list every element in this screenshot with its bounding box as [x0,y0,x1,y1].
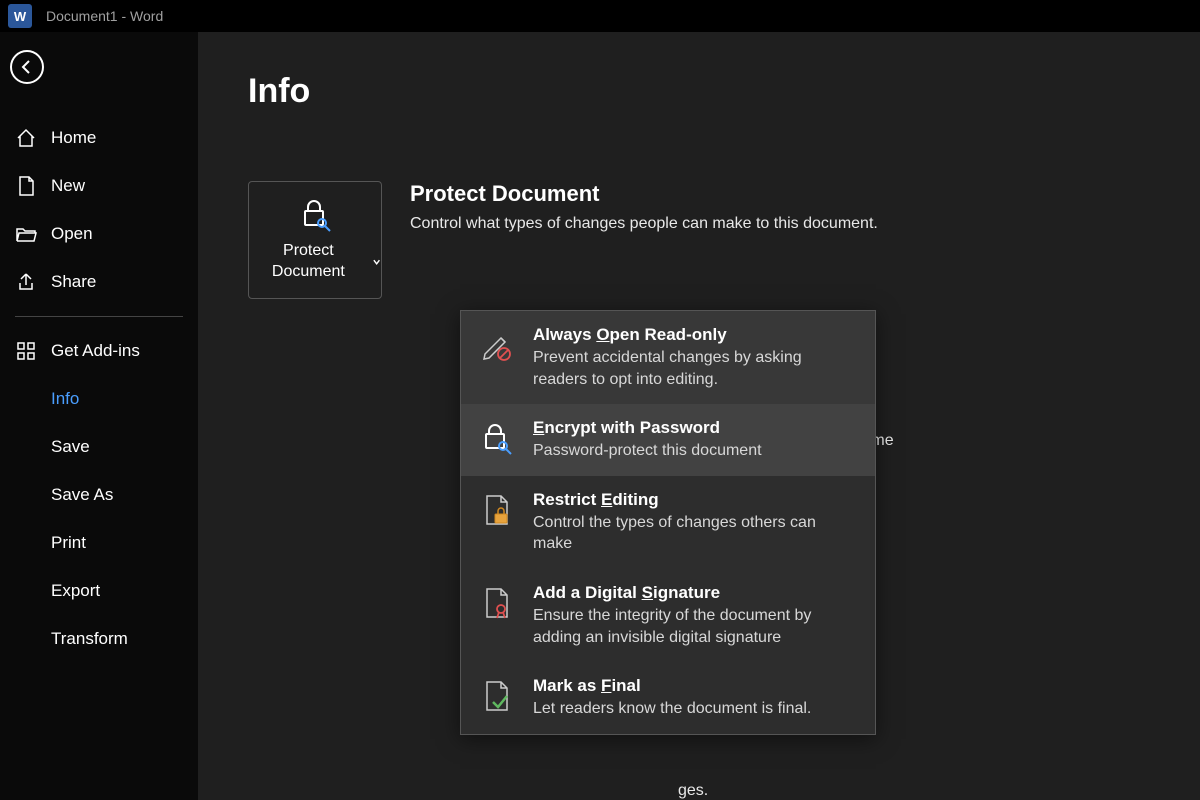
sidebar-divider [15,316,183,317]
back-button[interactable] [10,50,44,84]
dropdown-item-desc: Ensure the integrity of the document by … [533,605,857,648]
dropdown-item-title: Restrict Editing [533,490,857,510]
addins-icon [15,341,37,361]
lock-key-icon [297,197,333,233]
dropdown-item-title: Mark as Final [533,676,857,696]
sidebar-item-addins[interactable]: Get Add-ins [0,327,198,375]
protect-button-label: Protect Document [249,241,368,283]
section-description: Control what types of changes people can… [410,215,878,233]
window-title: Document1 - Word [46,8,163,24]
sidebar-item-label: Save As [51,485,113,505]
sidebar-item-export[interactable]: Export [0,567,198,615]
doc-check-icon [479,678,515,714]
backstage-sidebar: Home New Open Share Get Add-ins [0,32,198,800]
page-title: Info [248,72,1150,111]
protect-document-dropdown: Always Open Read-only Prevent accidental… [460,310,876,735]
sidebar-item-label: Share [51,272,96,292]
dropdown-item-title: Encrypt with Password [533,418,857,438]
dropdown-item-final[interactable]: Mark as Final Let readers know the docum… [461,662,875,734]
sidebar-item-new[interactable]: New [0,162,198,210]
sidebar-item-print[interactable]: Print [0,519,198,567]
dropdown-item-title: Always Open Read-only [533,325,857,345]
sidebar-item-saveas[interactable]: Save As [0,471,198,519]
protect-document-button[interactable]: Protect Document [248,181,382,299]
lock-key-icon [479,420,515,456]
info-page: Info Protect Document Protect Document C… [198,32,1200,800]
sidebar-item-label: Info [51,389,79,409]
sidebar-item-label: New [51,176,85,196]
dropdown-item-restrict[interactable]: Restrict Editing Control the types of ch… [461,476,875,569]
dropdown-item-desc: Control the types of changes others can … [533,512,857,555]
background-text: ges. [678,782,708,800]
sidebar-item-open[interactable]: Open [0,210,198,258]
title-bar: W Document1 - Word [0,0,1200,32]
sidebar-item-share[interactable]: Share [0,258,198,306]
doc-ribbon-icon [479,585,515,621]
sidebar-item-info[interactable]: Info [0,375,198,423]
home-icon [15,127,37,149]
sidebar-item-transform[interactable]: Transform [0,615,198,663]
folder-icon [15,224,37,244]
dropdown-item-desc: Let readers know the document is final. [533,698,857,720]
sidebar-item-label: Save [51,437,90,457]
dropdown-item-signature[interactable]: Add a Digital Signature Ensure the integ… [461,569,875,662]
sidebar-item-label: Print [51,533,86,553]
dropdown-item-readonly[interactable]: Always Open Read-only Prevent accidental… [461,311,875,404]
sidebar-item-label: Export [51,581,100,601]
protect-document-info: Protect Document Control what types of c… [410,181,878,233]
pencil-no-icon [479,327,515,363]
dropdown-item-title: Add a Digital Signature [533,583,857,603]
sidebar-item-label: Get Add-ins [51,341,140,361]
dropdown-item-desc: Prevent accidental changes by asking rea… [533,347,857,390]
new-doc-icon [15,175,37,197]
back-arrow-icon [18,58,36,76]
sidebar-item-label: Home [51,128,96,148]
sidebar-item-home[interactable]: Home [0,114,198,162]
sidebar-item-label: Open [51,224,93,244]
chevron-down-icon [372,257,381,267]
share-icon [15,271,37,293]
dropdown-item-encrypt[interactable]: Encrypt with Password Password-protect t… [461,404,875,476]
word-app-icon: W [8,4,32,28]
dropdown-item-desc: Password-protect this document [533,440,857,462]
doc-restrict-icon [479,492,515,528]
sidebar-item-label: Transform [51,629,128,649]
section-heading: Protect Document [410,181,878,207]
sidebar-item-save[interactable]: Save [0,423,198,471]
word-app-letter: W [14,9,26,24]
